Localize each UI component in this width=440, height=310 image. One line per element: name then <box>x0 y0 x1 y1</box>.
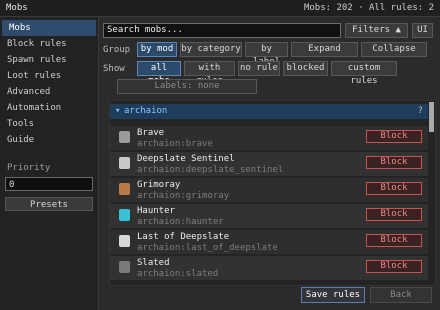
sidebar-item-loot-rules[interactable]: Loot rules <box>0 68 98 84</box>
window-title: Mobs <box>6 3 28 13</box>
mob-id: archaion:deepslate_sentinel <box>137 165 284 175</box>
mob-name: Slated <box>137 258 170 268</box>
title-bar: Mobs Mobs: 202 · All rules: 2 <box>0 0 440 17</box>
sidebar-item-mobs[interactable]: Mobs <box>2 20 96 36</box>
group-name: archaion <box>124 106 168 116</box>
sidebar-item-automation[interactable]: Automation <box>0 100 98 116</box>
mob-name: Grimoray <box>137 180 181 190</box>
show-custom-rules-button[interactable]: custom rules <box>331 61 397 86</box>
search-input[interactable]: Search mobs... <box>103 23 341 38</box>
list-item[interactable]: Slated archaion:slated Block <box>110 256 428 281</box>
mob-icon <box>119 209 130 221</box>
list-item[interactable]: Deepslate Sentinel archaion:deepslate_se… <box>110 152 428 177</box>
mob-name: Last of Deepslate <box>137 232 230 242</box>
list-item[interactable]: Brave archaion:brave Block <box>110 126 428 151</box>
mob-icon <box>119 183 130 195</box>
help-icon[interactable]: ? <box>418 104 423 119</box>
sidebar-item-advanced[interactable]: Advanced <box>0 84 98 100</box>
mob-name: Brave <box>137 128 165 138</box>
priority-input[interactable]: 0 <box>5 177 93 191</box>
save-rules-button[interactable]: Save rules <box>301 287 365 303</box>
show-with-rules-button[interactable]: with rules <box>184 61 235 86</box>
group-header-archaion[interactable]: ▾ archaion ? <box>110 104 428 119</box>
sidebar-item-guide[interactable]: Guide <box>0 132 98 148</box>
priority-label: Priority <box>7 163 51 173</box>
presets-button[interactable]: Presets <box>5 197 93 211</box>
group-label: Group <box>103 45 131 55</box>
mob-counts: Mobs: 202 · All rules: 2 <box>303 3 434 13</box>
list-item[interactable]: Haunter archaion:haunter Block <box>110 204 428 229</box>
show-all-mobs-button[interactable]: all mobs <box>137 61 181 86</box>
block-button[interactable]: Block <box>366 234 422 247</box>
mob-id: archaion:haunter <box>137 217 224 227</box>
mob-list: ▾ archaion ? Brave archaion:brave Block … <box>109 100 436 286</box>
collapse-button[interactable]: Collapse <box>361 42 427 57</box>
group-by-category-button[interactable]: by category <box>180 42 242 57</box>
mob-name: Haunter <box>137 206 175 216</box>
block-button[interactable]: Block <box>366 156 422 169</box>
block-button[interactable]: Block <box>366 182 422 195</box>
mob-name: Deepslate Sentinel <box>137 154 235 164</box>
block-button[interactable]: Block <box>366 260 422 273</box>
mob-icon <box>119 235 130 247</box>
mob-id: archaion:brave <box>137 139 213 149</box>
show-label: Show <box>103 64 125 74</box>
labels-button[interactable]: Labels: none <box>117 79 257 94</box>
list-scrollbar[interactable] <box>429 102 434 132</box>
sidebar-item-block-rules[interactable]: Block rules <box>0 36 98 52</box>
mob-id: archaion:last_of_deepslate <box>137 243 278 253</box>
sidebar-item-tools[interactable]: Tools <box>0 116 98 132</box>
sidebar: Mobs Block rules Spawn rules Loot rules … <box>0 17 99 310</box>
mob-id: archaion:slated <box>137 269 219 279</box>
sidebar-item-spawn-rules[interactable]: Spawn rules <box>0 52 98 68</box>
group-by-mod-button[interactable]: by mod <box>137 42 177 57</box>
group-by-label-button[interactable]: by label <box>245 42 288 67</box>
mob-icon <box>119 131 130 143</box>
show-no-rule-button[interactable]: no rule <box>238 61 280 76</box>
filters-button[interactable]: Filters ▲ <box>345 23 408 38</box>
block-button[interactable]: Block <box>366 208 422 221</box>
block-button[interactable]: Block <box>366 130 422 143</box>
expand-button[interactable]: Expand <box>291 42 358 57</box>
list-item[interactable]: Last of Deepslate archaion:last_of_deeps… <box>110 230 428 255</box>
back-button[interactable]: Back <box>370 287 432 303</box>
show-blocked-button[interactable]: blocked <box>283 61 328 76</box>
mob-icon <box>119 261 130 273</box>
mob-id: archaion:grimoray <box>137 191 230 201</box>
mob-icon <box>119 157 130 169</box>
chevron-down-icon: ▾ <box>115 106 121 116</box>
list-item[interactable]: Grimoray archaion:grimoray Block <box>110 178 428 203</box>
ui-button[interactable]: UI <box>412 23 433 38</box>
